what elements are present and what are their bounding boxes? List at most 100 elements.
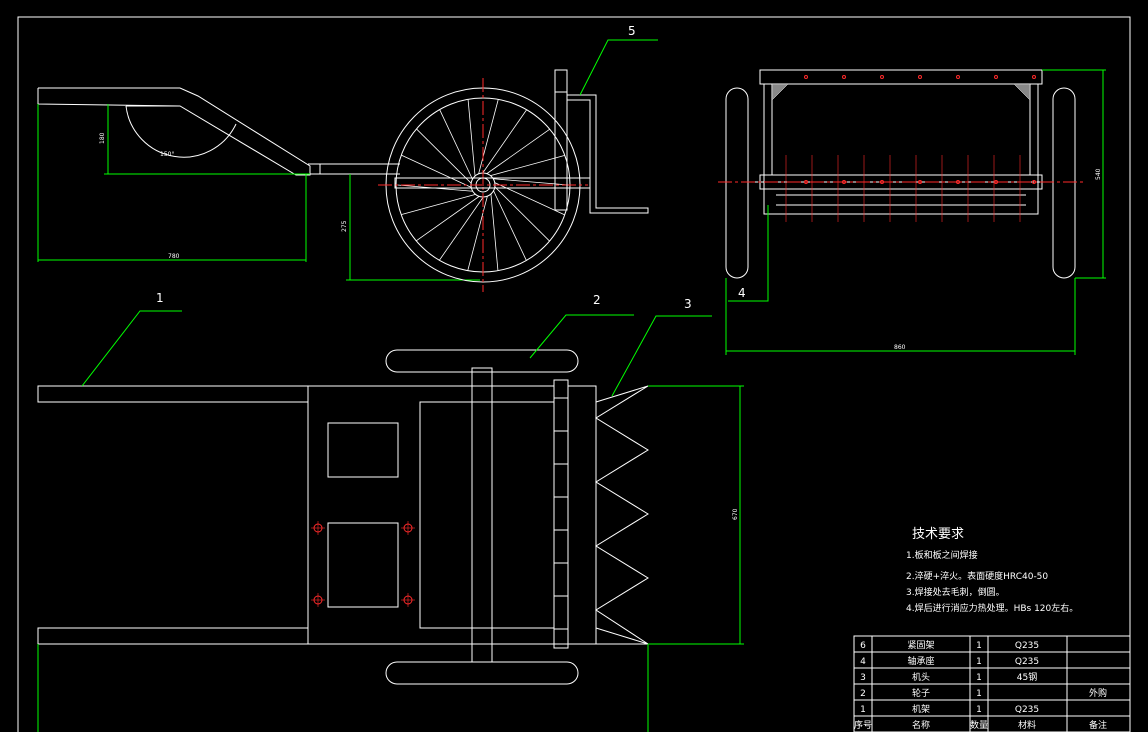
table-cell: Q235 — [1015, 641, 1039, 651]
table-cell: 机头 — [912, 671, 930, 683]
table-cell: 外购 — [1089, 687, 1107, 699]
center-mark — [804, 75, 808, 79]
dim-label-handle-height: 180 — [99, 132, 106, 144]
axle-bar — [394, 177, 591, 189]
tech-title: 技术要求 — [912, 527, 964, 542]
spoke — [401, 193, 476, 215]
leader-line — [81, 310, 182, 387]
head-plate-ticks — [554, 397, 568, 630]
tech-requirements: 技术要求 1.板和板之间焊接 2.淬硬+淬火。表面硬度HRC40-50 3.焊接… — [906, 527, 1078, 614]
top-wheel — [385, 349, 579, 373]
right-wheel — [1052, 87, 1076, 279]
spoke — [478, 99, 499, 174]
table-cell: 45钢 — [1017, 671, 1037, 683]
parts-table: 6 紧固架 1 Q235 4 轴承座 1 Q235 3 机头 1 45钢 2 轮子 1 外购 1 机架 1 Q235 序… — [853, 635, 1131, 732]
axle-shaft — [471, 367, 493, 663]
table-cell: 6 — [860, 641, 866, 651]
leader-line — [529, 314, 634, 359]
table-cell: Q235 — [1015, 705, 1039, 715]
leader-line — [579, 39, 658, 96]
bottom-wheel — [385, 661, 579, 685]
window-bottom — [327, 522, 399, 608]
center-mark — [1032, 75, 1036, 79]
balloon-3: 3 — [684, 297, 692, 311]
drawing-border — [17, 16, 1131, 732]
table-cell: 轴承座 — [907, 655, 934, 667]
handle-outline — [37, 87, 311, 176]
window-top — [327, 422, 399, 478]
table-cell: 1 — [976, 705, 982, 715]
dim-label-side-length: 780 — [168, 253, 180, 260]
angle-label: 150° — [160, 151, 174, 158]
table-cell: 名称 — [912, 719, 930, 731]
center-mark — [956, 75, 960, 79]
spoke — [494, 182, 565, 216]
gusset-right — [1013, 83, 1031, 101]
spoke — [416, 196, 480, 242]
spoke — [467, 99, 476, 177]
table-cell: 序号 — [854, 719, 872, 731]
table-cell: 3 — [860, 673, 866, 683]
front-center-marks — [785, 75, 1036, 222]
balloon-5: 5 — [628, 24, 636, 38]
dim-label-front-height: 540 — [1095, 168, 1102, 180]
spoke — [401, 154, 472, 188]
table-cell: 1 — [976, 641, 982, 651]
table-cell: 4 — [860, 657, 866, 667]
dim-label-plan-width: 670 — [732, 508, 739, 520]
side-view: 150° 180 780 275 5 — [37, 24, 658, 292]
spoke — [482, 109, 527, 174]
spoke — [467, 196, 488, 271]
top-beam — [759, 69, 1043, 85]
gusset-left — [771, 83, 789, 101]
table-cell: 数量 — [970, 719, 988, 731]
table-cell: 2 — [860, 689, 866, 699]
leader-line — [611, 315, 712, 397]
handle-bottom — [37, 627, 309, 645]
frame-body — [307, 385, 555, 645]
head-plate-2 — [567, 385, 597, 645]
table-cell: 1 — [860, 705, 866, 715]
spoke — [493, 178, 571, 186]
spoke — [490, 155, 565, 177]
bolts — [311, 521, 415, 607]
tech-req-1: 1.板和板之间焊接 — [906, 549, 978, 561]
table-cell: Q235 — [1015, 657, 1039, 667]
table-cell: 材料 — [1018, 719, 1036, 731]
center-mark — [842, 75, 846, 79]
spoke — [486, 128, 550, 174]
table-rows: 6 紧固架 1 Q235 4 轴承座 1 Q235 3 机头 1 45钢 2 轮子 1 外购 1 机架 1 Q235 序… — [854, 640, 1130, 732]
head-plate — [553, 379, 569, 649]
tech-req-3: 3.焊接处去毛刺，倒圆。 — [906, 586, 1005, 598]
angle-arc — [125, 105, 237, 158]
spoke — [439, 109, 473, 180]
balloon-1: 1 — [156, 291, 164, 305]
left-wheel — [725, 87, 749, 279]
table-cell: 轮子 — [912, 687, 930, 699]
spoke — [490, 193, 499, 271]
balloon-2: 2 — [593, 293, 601, 307]
center-mark — [918, 75, 922, 79]
tech-req-4: 4.焊后进行消应力热处理。HBs 120左右。 — [906, 602, 1078, 614]
inner-frame — [419, 401, 555, 629]
balloon-4: 4 — [738, 286, 746, 300]
plan-view: 670 1 2 3 — [37, 291, 744, 732]
handle-top — [37, 385, 309, 403]
table-cell: 紧固架 — [907, 640, 934, 651]
table-cell: 机架 — [912, 703, 930, 715]
table-cell: 1 — [976, 657, 982, 667]
head-post — [554, 69, 568, 211]
table-cell: 1 — [976, 673, 982, 683]
spoke — [439, 196, 484, 261]
front-view: 540 860 4 — [718, 69, 1106, 355]
spoke — [493, 190, 527, 261]
center-mark — [994, 75, 998, 79]
cad-drawing: 150° 180 780 275 5 540 860 4 670 1 2 3 技… — [17, 16, 1131, 732]
table-cell: 备注 — [1089, 719, 1107, 731]
dim-label-axle-height: 275 — [341, 220, 348, 232]
table-cell: 1 — [976, 689, 982, 699]
tech-req-2: 2.淬硬+淬火。表面硬度HRC40-50 — [906, 570, 1048, 582]
blade-base — [763, 188, 1039, 215]
center-mark — [880, 75, 884, 79]
dim-label-front-width: 860 — [894, 344, 906, 351]
